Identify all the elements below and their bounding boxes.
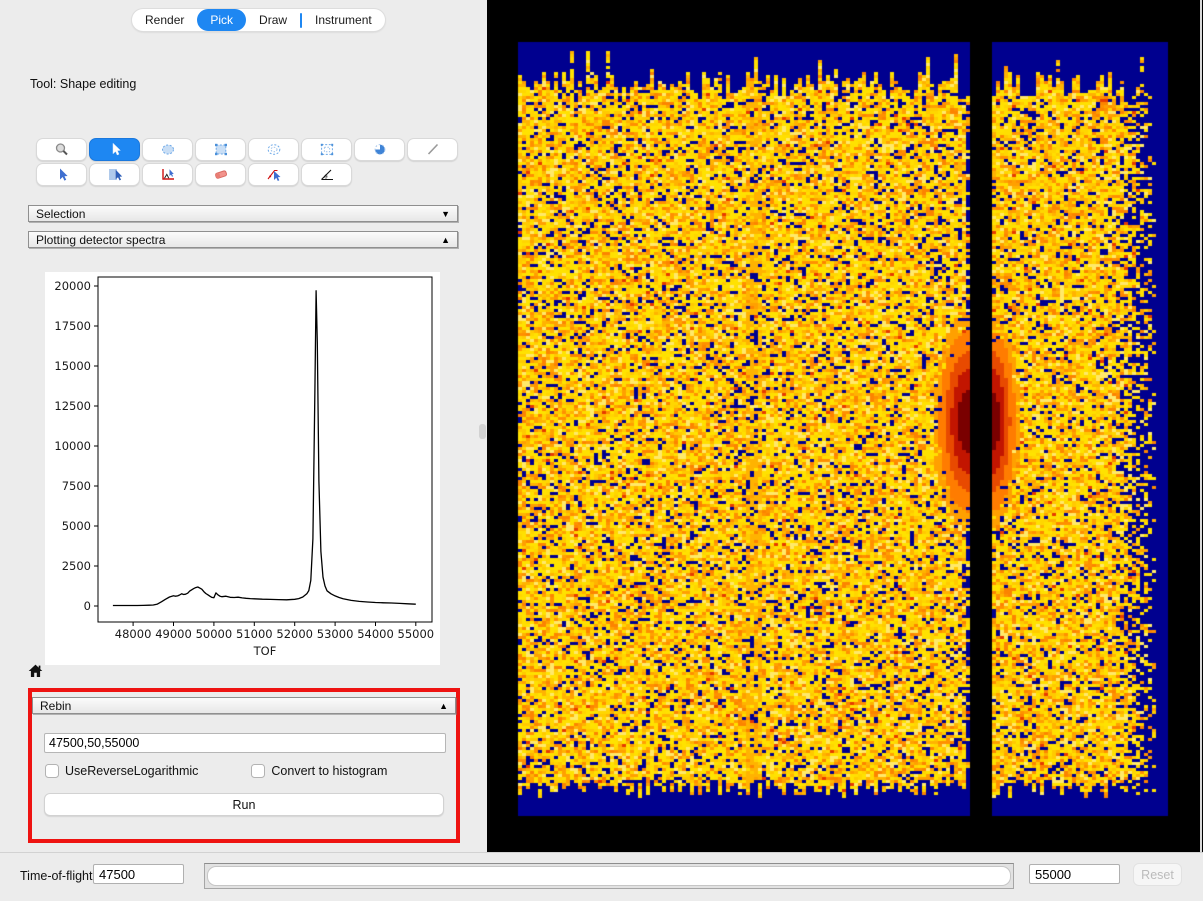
tof-min-input[interactable]	[93, 864, 184, 884]
zoom-tool-button[interactable]	[36, 138, 87, 161]
tof-max-input[interactable]	[1029, 864, 1120, 884]
ellipse-ring-tool-button[interactable]	[248, 138, 299, 161]
collapse-up-icon: ▲	[441, 235, 450, 245]
spectrum-plot-svg: 4800049000500005100052000530005400055000…	[45, 272, 440, 665]
pick-tab-panel: RenderPickDrawInstrument Tool: Shape edi…	[0, 0, 487, 852]
ellipse-ring-tool-icon	[265, 142, 283, 157]
window-edge	[1200, 0, 1202, 852]
erase-peak-tool-button[interactable]	[195, 163, 246, 186]
tool-status-label: Tool: Shape editing	[30, 77, 136, 91]
tof-range-slider[interactable]	[204, 863, 1014, 889]
single-pixel-tool-icon	[53, 167, 71, 182]
collapse-down-icon: ▼	[441, 209, 450, 219]
sector-tool-button[interactable]	[354, 138, 405, 161]
selection-section-label: Selection	[36, 207, 85, 221]
x-tick-label: 48000	[115, 627, 152, 641]
rebin-section-label: Rebin	[40, 699, 71, 713]
add-peak-tool-button[interactable]	[142, 163, 193, 186]
y-tick-label: 2500	[62, 559, 91, 573]
rebin-section: Rebin ▲ UseReverseLogarithmic Convert to…	[28, 688, 460, 843]
edit-shape-tool-button[interactable]	[89, 138, 140, 161]
reset-button[interactable]: Reset	[1133, 863, 1182, 886]
home-button[interactable]	[25, 663, 45, 681]
compare-peak-tool-button[interactable]	[248, 163, 299, 186]
plotting-section-header[interactable]: Plotting detector spectra ▲	[28, 231, 458, 248]
x-tick-label: 53000	[317, 627, 354, 641]
y-tick-label: 5000	[62, 519, 91, 533]
rebin-section-header[interactable]: Rebin ▲	[32, 697, 456, 714]
use-reverse-logarithmic-label: UseReverseLogarithmic	[65, 764, 198, 778]
edit-shape-tool-icon	[106, 142, 124, 157]
y-tick-label: 12500	[54, 399, 91, 413]
x-tick-label: 49000	[155, 627, 192, 641]
ellipse-tool-button[interactable]	[142, 138, 193, 161]
convert-to-histogram-checkbox[interactable]	[251, 764, 265, 778]
tof-slider-thumb[interactable]	[207, 866, 1011, 886]
y-tick-label: 17500	[54, 319, 91, 333]
convert-to-histogram-label: Convert to histogram	[271, 764, 387, 778]
erase-peak-tool-icon	[212, 167, 230, 182]
y-tick-label: 7500	[62, 479, 91, 493]
pick-toolbar-row2: θ	[36, 163, 352, 186]
tab-instrument[interactable]: Instrument	[302, 9, 385, 31]
y-tick-label: 15000	[54, 359, 91, 373]
y-tick-label: 10000	[54, 439, 91, 453]
view-tabs: RenderPickDrawInstrument	[132, 9, 385, 31]
rectangle-ring-tool-button[interactable]	[301, 138, 352, 161]
free-line-tool-button[interactable]	[407, 138, 458, 161]
zoom-tool-icon	[53, 142, 71, 157]
rectangle-tool-button[interactable]	[195, 138, 246, 161]
rectangle-tool-icon	[212, 142, 230, 157]
plotting-section-label: Plotting detector spectra	[36, 233, 165, 247]
use-reverse-logarithmic-checkbox[interactable]	[45, 764, 59, 778]
x-tick-label: 54000	[357, 627, 394, 641]
x-tick-label: 55000	[398, 627, 435, 641]
spectrum-plot[interactable]: 4800049000500005100052000530005400055000…	[45, 272, 440, 665]
free-line-tool-icon	[424, 142, 442, 157]
tab-render[interactable]: Render	[132, 9, 197, 31]
align-peak-tool-button[interactable]: θ	[301, 163, 352, 186]
x-tick-label: 50000	[196, 627, 233, 641]
tab-draw[interactable]: Draw	[246, 9, 300, 31]
home-icon	[27, 663, 44, 679]
x-tick-label: 51000	[236, 627, 273, 641]
x-axis-label: TOF	[253, 644, 277, 658]
sector-tool-icon	[371, 142, 389, 157]
tube-select-tool-button[interactable]	[89, 163, 140, 186]
compare-peak-tool-icon	[265, 167, 283, 182]
align-peak-tool-icon: θ	[318, 167, 336, 182]
y-tick-label: 0	[84, 599, 91, 613]
shape-toolbar-row1	[36, 138, 458, 161]
y-tick-label: 20000	[54, 279, 91, 293]
tube-select-tool-icon	[106, 167, 124, 182]
tof-label: Time-of-flight	[20, 869, 92, 883]
rectangle-ring-tool-icon	[318, 142, 336, 157]
x-tick-label: 52000	[276, 627, 313, 641]
detector-image[interactable]	[487, 0, 1203, 852]
run-button[interactable]: Run	[44, 793, 444, 816]
rebin-checkbox-row: UseReverseLogarithmic Convert to histogr…	[45, 764, 387, 778]
selection-section-header[interactable]: Selection ▼	[28, 205, 458, 222]
rebin-params-input[interactable]	[44, 733, 446, 753]
add-peak-tool-icon	[159, 167, 177, 182]
splitter-handle[interactable]	[479, 424, 486, 439]
time-of-flight-bar: Time-of-flight Reset	[0, 852, 1203, 901]
single-pixel-tool-button[interactable]	[36, 163, 87, 186]
tab-pick[interactable]: Pick	[197, 9, 246, 31]
collapse-up-icon: ▲	[439, 701, 448, 711]
ellipse-tool-icon	[159, 142, 177, 157]
